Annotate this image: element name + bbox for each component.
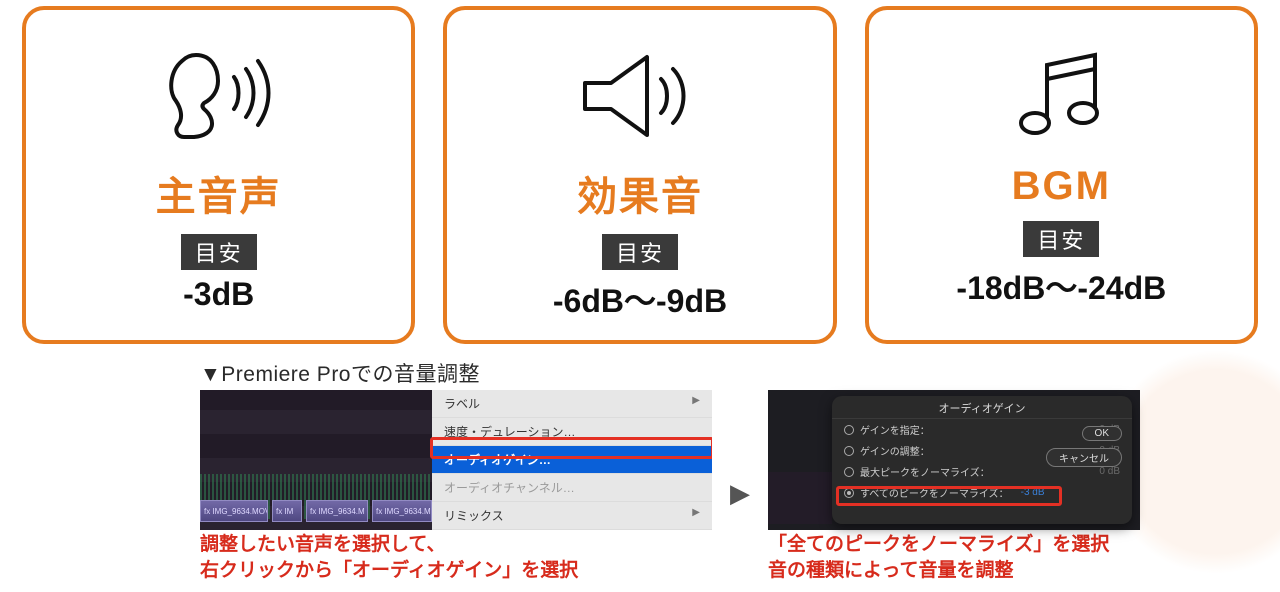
row-label: ゲインを指定：: [860, 422, 930, 437]
card-db: -3dB: [36, 276, 401, 313]
card-title: 主音声: [36, 164, 401, 222]
card-sub: 目安: [1023, 221, 1099, 257]
row-unit: 0 dB: [1099, 466, 1120, 477]
radio-icon: [844, 446, 854, 456]
caption-a: 調整したい音声を選択して、 右クリックから「オーディオゲイン」を選択: [200, 532, 712, 583]
dialog-title: オーディオゲイン: [832, 396, 1132, 419]
menu-item-audio-gain[interactable]: オーディオゲイン…: [432, 446, 712, 474]
row-label: ゲインの調整：: [860, 443, 930, 458]
section-title: ▼Premiere Proでの音量調整: [200, 358, 1280, 388]
menu-item-remix[interactable]: リミックス ▶: [432, 502, 712, 530]
arrow-separator-icon: ▶: [730, 464, 750, 509]
caption-b: 「全てのピークをノーマライズ」を選択 音の種類によって音量を調整: [768, 532, 1140, 583]
speaker-icon: [457, 36, 822, 156]
timeline-area: fx IMG_9634.MOV fx IM fx IMG_9634.M fx I…: [200, 390, 432, 530]
card-title: 効果音: [457, 164, 822, 222]
menu-text: リミックス: [444, 509, 504, 523]
card-bgm: BGM 目安 -18dB〜-24dB: [865, 6, 1258, 344]
card-sfx: 効果音 目安 -6dB〜-9dB: [443, 6, 836, 344]
cancel-button[interactable]: キャンセル: [1046, 448, 1122, 467]
clip: fx IM: [272, 500, 302, 522]
card-db: -18dB〜-24dB: [879, 263, 1244, 309]
card-sub: 目安: [602, 234, 678, 270]
context-menu: ラベル ▶ 速度・デュレーション… オーディオゲイン… オーディオチャンネル… …: [432, 390, 712, 530]
clip: fx IMG_9634.MO: [372, 500, 432, 522]
clip: fx IMG_9634.MOV: [200, 500, 268, 522]
radio-icon: [844, 425, 854, 435]
voice-icon: [36, 36, 401, 156]
card-sub: 目安: [181, 234, 257, 270]
row-label: すべてのピークをノーマライズ：: [860, 485, 1009, 500]
caption-line: 音の種類によって音量を調整: [768, 560, 1013, 581]
caption-line: 右クリックから「オーディオゲイン」を選択: [200, 560, 578, 581]
menu-text: ラベル: [444, 397, 480, 411]
row-label: 最大ピークをノーマライズ：: [860, 464, 990, 479]
chevron-right-icon: ▶: [692, 395, 700, 406]
screenshot-audio-gain-dialog: オーディオゲイン ゲインを指定： 0 dB ゲインの調整： 0 dB 最大ピーク…: [768, 390, 1140, 583]
timeline-area: [768, 472, 832, 524]
music-note-icon: [879, 36, 1244, 156]
row-value: -3 dB: [1021, 487, 1045, 498]
chevron-right-icon: ▶: [692, 507, 700, 518]
menu-item-audio-channel[interactable]: オーディオチャンネル…: [432, 474, 712, 502]
radio-icon: [844, 488, 854, 498]
menu-item-label[interactable]: ラベル ▶: [432, 390, 712, 418]
card-title: BGM: [879, 164, 1244, 209]
audio-gain-dialog: オーディオゲイン ゲインを指定： 0 dB ゲインの調整： 0 dB 最大ピーク…: [832, 396, 1132, 524]
screenshot-context-menu: fx IMG_9634.MOV fx IM fx IMG_9634.M fx I…: [200, 390, 712, 583]
card-db: -6dB〜-9dB: [457, 276, 822, 322]
menu-item-speed[interactable]: 速度・デュレーション…: [432, 418, 712, 446]
card-voice: 主音声 目安 -3dB: [22, 6, 415, 344]
radio-icon: [844, 467, 854, 477]
radio-normalize-all[interactable]: すべてのピークをノーマライズ： -3 dB: [832, 482, 1132, 503]
clip: fx IMG_9634.M: [306, 500, 368, 522]
ok-button[interactable]: OK: [1082, 426, 1122, 441]
